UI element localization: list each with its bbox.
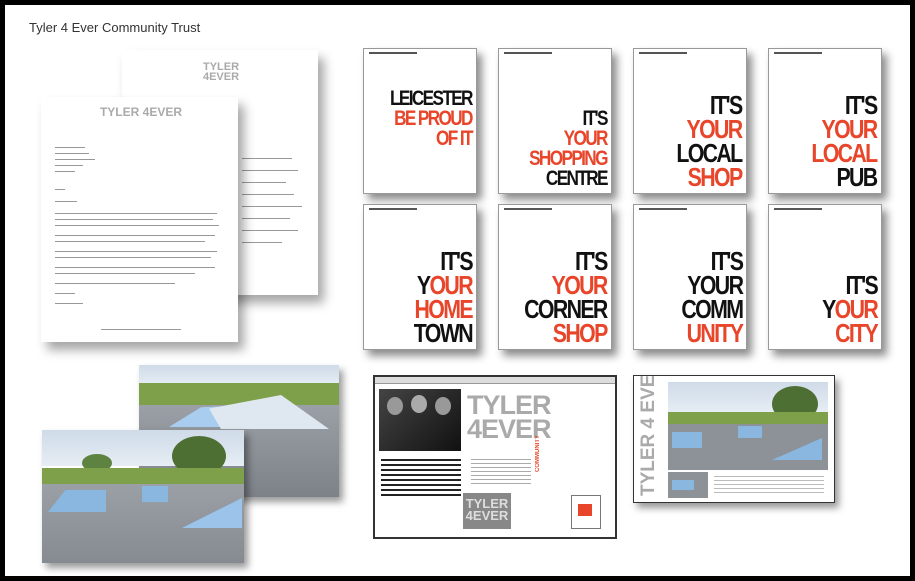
poster-shopping-centre: IT'S YOUR SHOPPING CENTRE bbox=[498, 48, 612, 194]
poster-local-pub: IT'S YOUR LOCAL PUB bbox=[768, 48, 882, 194]
flyer-vertical-logo: TYLER 4 EVER bbox=[638, 375, 659, 496]
website-mockup: TYLER 4EVER COMMUNITY TYLER 4EVER bbox=[373, 375, 617, 539]
poster-line: BE PROUD bbox=[394, 107, 473, 130]
poster-line: PUB bbox=[836, 162, 879, 192]
poster-line: YOUR bbox=[563, 127, 609, 150]
poster-line: UNITY bbox=[686, 318, 743, 348]
flyer-skatepark-photo bbox=[668, 382, 828, 470]
flyer-mockup: TYLER 4 EVER bbox=[633, 375, 835, 503]
poster-line: CITY bbox=[834, 318, 879, 348]
band-photo bbox=[379, 389, 461, 451]
website-logo: TYLER 4EVER bbox=[467, 392, 552, 443]
poster-line: TOWN bbox=[413, 318, 474, 348]
poster-corner-shop: IT'S YOUR CORNER SHOP bbox=[498, 204, 612, 350]
poster-community: IT'S YOUR COMM UNITY bbox=[633, 204, 747, 350]
skatepark-photo-front bbox=[42, 430, 244, 563]
poster-line: SHOP bbox=[553, 318, 608, 348]
poster-line: SHOP bbox=[688, 162, 743, 192]
letterhead-logo-line2: 4EVER bbox=[202, 71, 240, 83]
board-title: Tyler 4 Ever Community Trust bbox=[29, 20, 201, 35]
poster-home-town: IT'S YOUR HOME TOWN bbox=[363, 204, 477, 350]
poster-line: LEICESTER bbox=[390, 87, 474, 110]
poster-line: IT'S bbox=[582, 107, 609, 130]
letterhead-logo: TYLER 4EVER bbox=[196, 62, 246, 83]
poster-line: OF IT bbox=[436, 127, 473, 150]
website-badge-line2: 4EVER bbox=[465, 508, 509, 523]
design-board: Tyler 4 Ever Community Trust TYLER 4EVER… bbox=[5, 5, 910, 576]
flyer-small-photo bbox=[668, 472, 708, 498]
poster-leicester: LEICESTER BE PROUD OF IT bbox=[363, 48, 477, 194]
website-thumbnail bbox=[571, 495, 601, 529]
website-badge: TYLER 4EVER bbox=[463, 493, 511, 529]
poster-line: SHOPPING bbox=[529, 147, 608, 170]
poster-city: IT'S YOUR CITY bbox=[768, 204, 882, 350]
poster-line-part: Y bbox=[821, 294, 836, 324]
letterhead-logo: TYLER 4EVER bbox=[86, 105, 196, 119]
poster-line: CENTRE bbox=[546, 167, 609, 190]
website-tagline: COMMUNITY bbox=[535, 435, 541, 472]
letterhead-logo-line2: 4EVER bbox=[142, 105, 183, 119]
letterhead-logo-line1: TYLER bbox=[99, 105, 140, 119]
letter-front: TYLER 4EVER bbox=[41, 97, 238, 342]
poster-local-shop: IT'S YOUR LOCAL SHOP bbox=[633, 48, 747, 194]
